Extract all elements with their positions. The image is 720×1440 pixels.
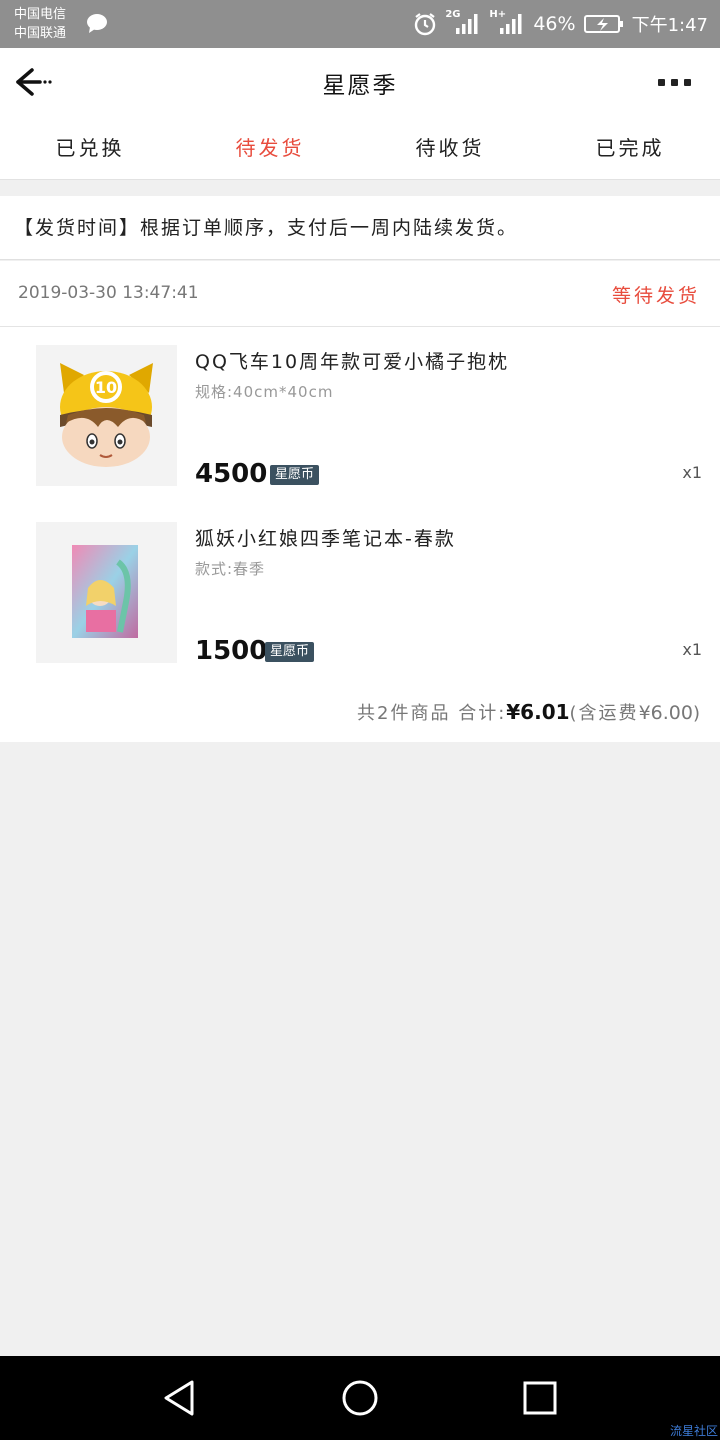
currency-badge: 星愿币 (265, 642, 315, 662)
product-name: 狐妖小红娘四季笔记本-春款 (195, 528, 456, 550)
product-price: 4500 (195, 459, 268, 489)
notebook-image (36, 522, 177, 663)
signal-h-icon: H+ (489, 9, 525, 37)
more-dot (658, 78, 665, 86)
product-thumbnail (36, 522, 177, 663)
product-name: QQ飞车10周年款可爱小橘子抱枕 (195, 351, 510, 373)
shipping-fee: ¥6.00 (638, 702, 693, 724)
order-status: 等待发货 (611, 285, 700, 307)
shipping-notice: 【发货时间】根据订单顺序，支付后一周内陆续发货。 (0, 196, 720, 260)
product-price: 1500 (195, 636, 268, 666)
shipping-suffix: ) (692, 703, 702, 724)
order-timestamp: 2019-03-30 13:47:41 (18, 283, 199, 303)
system-nav-bar: 流星社区 (0, 1356, 720, 1440)
product-spec: 规格:40cm*40cm (195, 383, 334, 401)
shipping-prefix: (含运费 (569, 703, 639, 724)
more-dot (684, 78, 691, 86)
order-summary: 共2件商品 合计:¥6.01(含运费¥6.00) (357, 699, 702, 725)
carrier-labels: 中国电信 中国联通 (14, 5, 66, 43)
nav-back-icon[interactable] (160, 1378, 200, 1418)
order-total: ¥6.01 (506, 700, 570, 724)
nav-recents-icon[interactable] (520, 1378, 560, 1418)
watermark: 流星社区 (669, 1424, 718, 1438)
signal-2g-icon: 2G (445, 9, 481, 37)
carrier-1: 中国电信 (14, 7, 67, 22)
battery-percent: 46% (533, 13, 576, 35)
tab-redeemed[interactable]: 已兑换 (0, 118, 180, 179)
chat-bubble-icon (87, 14, 107, 33)
carrier-2: 中国联通 (14, 26, 67, 41)
product-quantity: x1 (682, 640, 702, 659)
order-tabs: 已兑换 待发货 待收货 已完成 (0, 118, 720, 180)
order-card[interactable]: 2019-03-30 13:47:41 等待发货 10 QQ飞车10周年款可爱小… (0, 261, 720, 742)
alarm-icon (415, 13, 436, 36)
tab-completed[interactable]: 已完成 (540, 118, 720, 179)
nav-home-icon[interactable] (340, 1378, 380, 1418)
product-spec: 款式:春季 (195, 560, 266, 578)
more-options-button[interactable] (658, 74, 698, 90)
product-quantity: x1 (682, 463, 702, 482)
summary-prefix: 共2件商品 合计: (357, 703, 507, 724)
order-header: 2019-03-30 13:47:41 等待发货 (0, 261, 720, 327)
product-item[interactable]: 狐妖小红娘四季笔记本-春款 款式:春季 1500 星愿币 x1 (0, 522, 720, 672)
status-icons: 2G H+ 46% 下午1:47 (413, 9, 708, 38)
page-title: 星愿季 (322, 73, 398, 99)
product-item[interactable]: 10 QQ飞车10周年款可爱小橘子抱枕 规格:40cm*40cm 4500 星愿… (0, 345, 720, 495)
svg-text:10: 10 (95, 378, 117, 397)
tab-pending-receipt[interactable]: 待收货 (360, 118, 540, 179)
product-thumbnail: 10 (36, 345, 177, 486)
clock: 下午1:47 (631, 15, 708, 36)
status-bar: 中国电信 中国联通 2G H+ 46% 下午1:47 (0, 0, 720, 48)
tab-pending-shipment[interactable]: 待发货 (180, 118, 360, 179)
app-header: 星愿季 (0, 48, 720, 118)
currency-badge: 星愿币 (270, 465, 320, 485)
orange-pillow-image: 10 (36, 345, 177, 486)
more-dot (671, 78, 678, 86)
battery-charging-icon (583, 15, 623, 33)
